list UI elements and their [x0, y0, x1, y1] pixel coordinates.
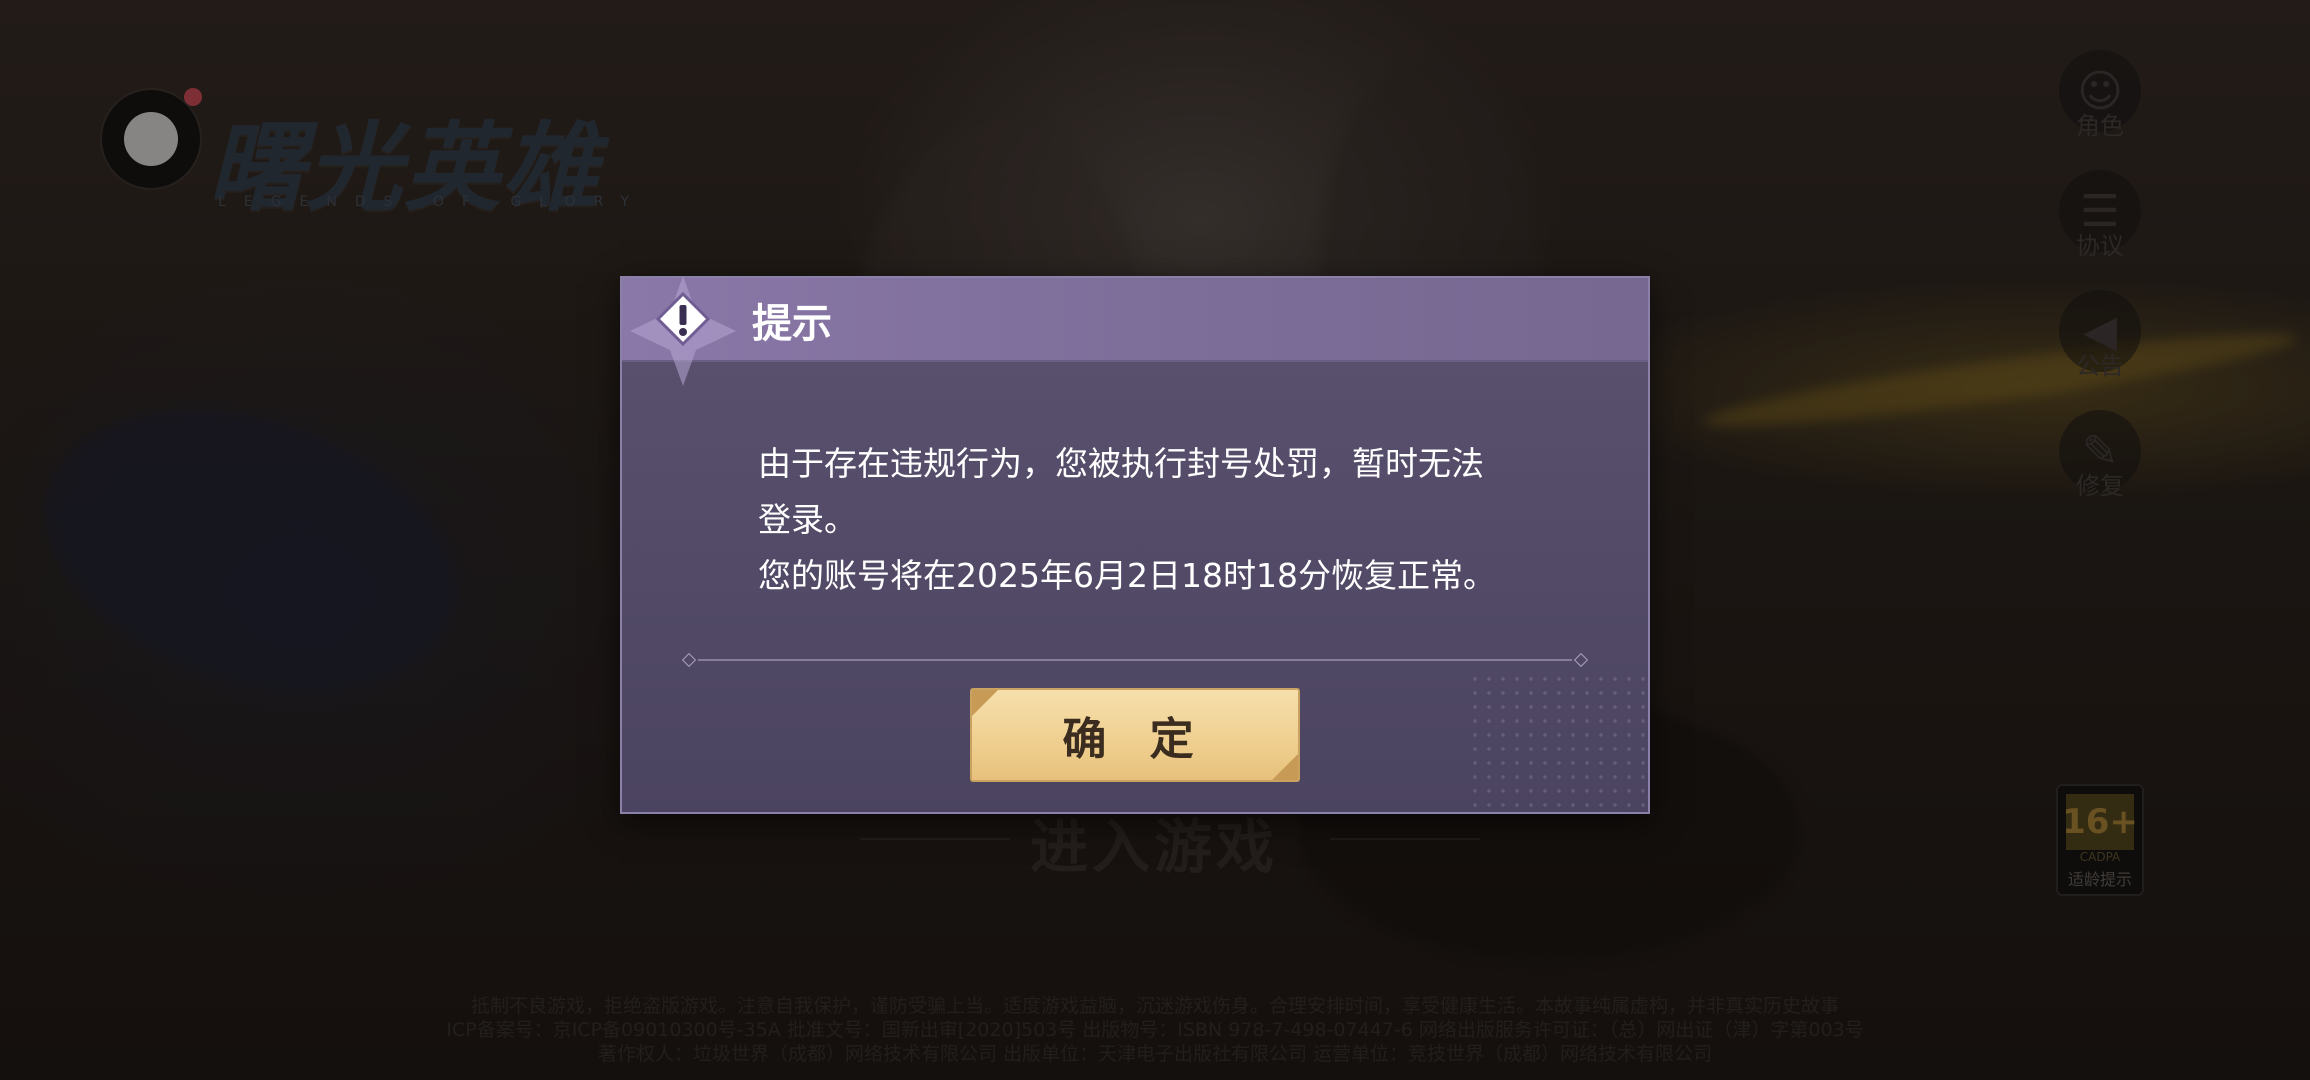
message-line: 您的账号将在2025年6月2日18时18分恢复正常。 [758, 556, 1496, 595]
message-line: 登录。 [758, 500, 857, 539]
dialog-decoration [1468, 672, 1648, 812]
confirm-button[interactable]: 确 定 [970, 688, 1300, 782]
warning-icon [630, 276, 736, 386]
dialog-title: 提示 [752, 301, 832, 347]
dialog-divider [680, 652, 1590, 668]
dialog-message: 由于存在违规行为，您被执行封号处罚，暂时无法 登录。 您的账号将在2025年6月… [758, 436, 1538, 604]
message-line: 由于存在违规行为，您被执行封号处罚，暂时无法 [758, 444, 1484, 483]
